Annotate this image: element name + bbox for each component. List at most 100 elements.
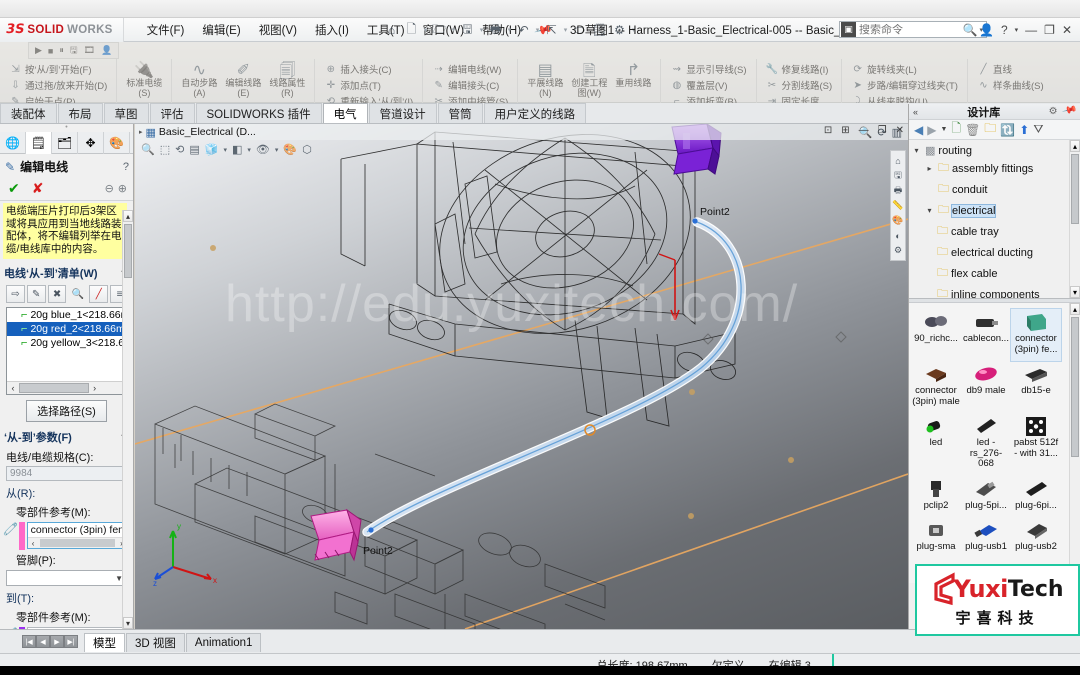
menu-edit[interactable]: 编辑(E) [193, 19, 249, 41]
print-view-icon[interactable]: 🖶 [891, 183, 905, 198]
home-view-icon[interactable]: ⌂ [891, 153, 905, 168]
search-input[interactable] [859, 23, 951, 36]
new-document-icon[interactable]: 🗋 [402, 21, 421, 40]
save-view-icon[interactable]: 🖫 [891, 168, 905, 183]
menu-file[interactable]: 文件(F) [138, 19, 194, 41]
list-item[interactable]: ⌐ 20g red_2<218.66mm [7, 322, 127, 336]
render-icon[interactable]: ◐ [891, 228, 905, 243]
property-manager-icon[interactable]: 🗒 [26, 132, 52, 154]
ribbon-btn-add-point[interactable]: ✛ 添加点(T) [320, 77, 417, 93]
print-icon[interactable]: 🖶 [486, 21, 505, 40]
help-icon[interactable]: ? [123, 161, 129, 173]
refresh-icon[interactable]: 🔃 [1000, 123, 1015, 137]
library-item[interactable]: plug-6pi... [1011, 476, 1061, 518]
first-tab-icon[interactable]: |◀ [22, 635, 36, 648]
user-icon[interactable]: 👤 [101, 45, 112, 56]
tab-layout[interactable]: 布局 [57, 103, 103, 123]
scene-icon[interactable]: ⬡ [302, 143, 312, 156]
ribbon-btn-reuse-route[interactable]: ↱ 重用线路 [611, 59, 655, 89]
ribbon-btn-split-route[interactable]: ✂ 分割线路(S) [762, 77, 837, 93]
record-icon[interactable]: 🎞 [84, 45, 95, 56]
wire-list-hscrollbar[interactable]: ‹ › [7, 381, 127, 394]
search-command-box[interactable]: ▣ 🔍 ▾ [839, 21, 987, 38]
model-tree-node[interactable]: ▸ ▦ Basic_Electrical (D... [135, 126, 256, 139]
scroll-thumb[interactable] [19, 383, 89, 393]
collapse-icon[interactable]: « [909, 107, 922, 117]
measure-icon[interactable]: 📏 [891, 198, 905, 213]
chevron-right-icon[interactable]: ▸ [139, 128, 143, 136]
library-item[interactable]: plug-usb1 [961, 517, 1011, 559]
view-orientation-dropdown-icon[interactable]: ▾ [223, 146, 227, 154]
display-style-icon[interactable]: ◧ [232, 143, 242, 156]
zoom-area-icon[interactable]: ⬚ [160, 143, 170, 156]
scroll-down-icon[interactable]: ▾ [1070, 286, 1080, 298]
display-manager-icon[interactable]: 🎨 [104, 132, 130, 154]
ribbon-btn-edit-wires[interactable]: ⇢ 编辑电线(W) [428, 61, 512, 77]
save-animation-icon[interactable]: 🖫 [70, 43, 78, 59]
help-dropdown-icon[interactable]: ▾ [1015, 26, 1019, 34]
minimize-doc-icon[interactable]: — [859, 125, 869, 136]
scroll-left-icon[interactable]: ‹ [7, 383, 19, 393]
tab-assembly[interactable]: 装配体 [0, 103, 57, 123]
close-doc-icon[interactable]: ✕ [896, 125, 904, 136]
prev-icon[interactable]: ⊖ [105, 182, 114, 195]
scroll-up-icon[interactable]: ▴ [123, 210, 133, 222]
add-wire-icon[interactable]: ⇨ [6, 285, 25, 303]
chevron-down-icon[interactable]: ▾ [911, 146, 922, 155]
print-dropdown-icon[interactable]: ▾ [506, 26, 513, 34]
next-tab-icon[interactable]: ▶ [50, 635, 64, 648]
scroll-thumb[interactable] [1071, 317, 1079, 457]
save-dropdown-icon[interactable]: ▾ [478, 26, 485, 34]
display-style-dropdown-icon[interactable]: ▾ [247, 146, 251, 154]
chevron-down-icon[interactable]: ▾ [924, 206, 935, 215]
animation-playbar[interactable]: ▶ ■ ⏸ 🖫 🎞 👤 [28, 42, 120, 59]
menu-view[interactable]: 视图(V) [250, 19, 306, 41]
scroll-down-icon[interactable]: ▾ [123, 617, 133, 629]
tree-node-flex-cable[interactable]: 🗀 flex cable [909, 263, 1080, 284]
scroll-up-icon[interactable]: ▴ [1070, 303, 1080, 315]
ribbon-btn-line[interactable]: ╱ 直线 [973, 61, 1048, 77]
user-account-icon[interactable]: 👤 [979, 23, 994, 37]
undo-icon[interactable]: ↶ [514, 21, 533, 40]
zoom-to-fit-icon[interactable]: 🔍 [141, 143, 155, 156]
play-icon[interactable]: ▶ [35, 45, 42, 56]
tree-node-cable-tray[interactable]: 🗀 cable tray [909, 221, 1080, 242]
ribbon-btn-spline[interactable]: ∿ 样条曲线(S) [973, 77, 1048, 93]
help-icon[interactable]: ? [1001, 23, 1008, 37]
wire-from-to-section-header[interactable]: 电线‘从-到’清单(W) ⌃ [0, 262, 133, 283]
scroll-thumb[interactable] [1071, 154, 1079, 224]
wire-from-to-list[interactable]: ⌐ 20g blue_1<218.66mm ⌐ 20g red_2<218.66… [6, 307, 128, 395]
ribbon-btn-edit-route[interactable]: ✐ 编辑线路(E) [221, 59, 265, 99]
ribbon-btn-edit-connector[interactable]: ✎ 编辑接头(C) [428, 77, 512, 93]
hide-show-items-icon[interactable]: 👁 [256, 143, 270, 156]
tree-node-routing[interactable]: ▾ ▩ routing [909, 143, 1080, 158]
ribbon-btn-auto-route[interactable]: ∿ 自动步路(A) [177, 59, 221, 99]
from-ref-hscrollbar[interactable]: ‹ › [27, 537, 127, 548]
save-icon[interactable]: 🖫 [458, 21, 477, 40]
library-item[interactable]: pabst 512f - with 31... [1011, 413, 1061, 476]
library-item[interactable]: led [911, 413, 961, 476]
ribbon-btn-cover-layer[interactable]: ◍ 覆盖层(V) [666, 77, 750, 93]
ribbon-btn-create-drawing[interactable]: 🗎 创建工程图(W) [567, 59, 611, 99]
bottom-tab-model[interactable]: 模型 [84, 632, 125, 652]
scroll-left-icon[interactable]: ‹ [28, 539, 39, 548]
minimize-button[interactable]: — [1025, 23, 1037, 37]
from-to-params-section-header[interactable]: ‘从-到’参数(F) ⌃ [0, 426, 133, 447]
appearance-icon[interactable]: 🎨 [891, 213, 905, 228]
ribbon-btn-drag-drop-start[interactable]: ⇩ 通过拖/放来开始(D) [5, 77, 111, 93]
accept-check-icon[interactable]: ✔ [8, 180, 20, 197]
edit-wire-icon[interactable]: ✎ [26, 285, 46, 303]
tab-electrical[interactable]: 电气 [322, 103, 368, 123]
open-dropdown-icon[interactable]: ▾ [450, 26, 457, 34]
next-icon[interactable]: ⊕ [118, 182, 127, 195]
ribbon-btn-insert-connector[interactable]: ⊕ 插入接头(C) [320, 61, 417, 77]
library-item[interactable]: plug-sma [911, 517, 961, 559]
feature-tree-icon[interactable]: 🌐 [0, 132, 26, 154]
chevron-right-icon[interactable]: ▸ [924, 164, 935, 173]
tab-piping-design[interactable]: 管道设计 [368, 103, 437, 123]
library-item[interactable]: db9 male [961, 361, 1011, 413]
menu-insert[interactable]: 插入(I) [306, 19, 358, 41]
new-dropdown-icon[interactable]: ▾ [422, 26, 429, 34]
library-item[interactable]: plug-usb2 [1011, 517, 1061, 559]
library-item[interactable]: 90_richc... [911, 309, 961, 361]
